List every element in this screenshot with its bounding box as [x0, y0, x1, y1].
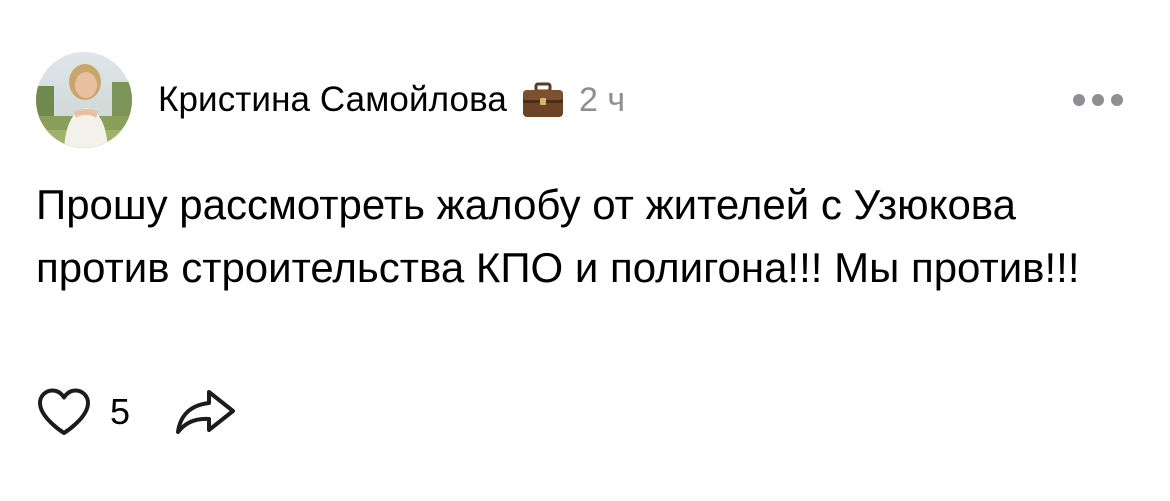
- avatar[interactable]: [36, 52, 132, 148]
- avatar-photo: [36, 52, 132, 148]
- more-options-button[interactable]: [1068, 86, 1128, 114]
- like-count: 5: [110, 391, 131, 432]
- post-actions: 5: [36, 384, 238, 440]
- post-timestamp: 2 ч: [578, 80, 626, 119]
- comment-post: Кристина Самойлова 2 ч Прошу рассмотреть…: [0, 0, 1170, 501]
- post-header: Кристина Самойлова 2 ч: [158, 78, 625, 122]
- briefcase-icon: [521, 81, 565, 119]
- more-dots-icon: [1073, 94, 1123, 106]
- share-arrow-icon: [176, 390, 236, 434]
- heart-icon: [38, 388, 90, 435]
- author-name[interactable]: Кристина Самойлова: [158, 80, 507, 120]
- post-text: Прошу рассмотреть жалобу от жителей с Уз…: [36, 181, 1080, 291]
- like-button[interactable]: 5: [36, 387, 130, 437]
- share-button[interactable]: [174, 387, 238, 437]
